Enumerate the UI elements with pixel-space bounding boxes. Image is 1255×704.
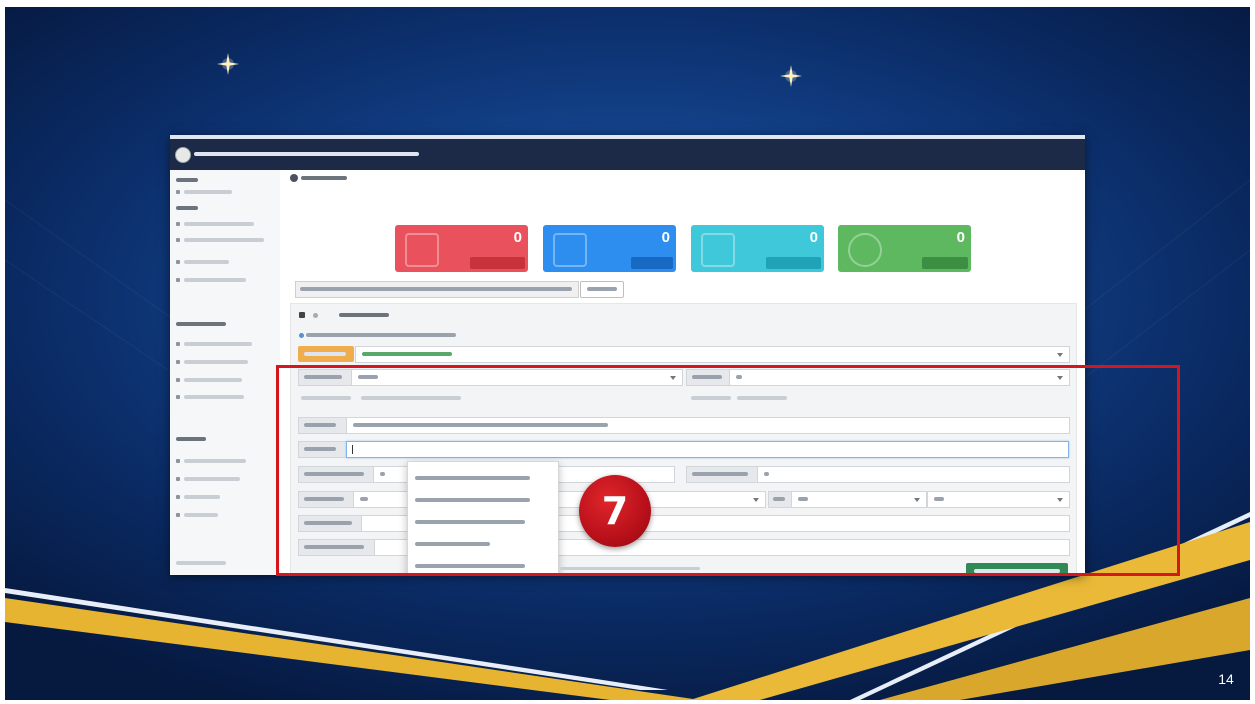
app-title-bar	[170, 139, 1085, 170]
sidebar	[170, 170, 281, 575]
menu-item-icon	[176, 459, 180, 463]
step-number-badge: 7	[579, 475, 651, 547]
stat-card-label[interactable]	[766, 257, 821, 269]
bar-chart-icon	[701, 233, 735, 267]
sidebar-section-header	[176, 178, 198, 182]
menu-item-icon	[176, 513, 180, 517]
gold-stripe-left	[5, 598, 700, 700]
sidebar-item[interactable]	[184, 238, 264, 242]
select-type-label	[304, 352, 346, 356]
sidebar-item[interactable]	[184, 513, 218, 517]
copy-link-button[interactable]	[580, 281, 624, 298]
app-title-text	[194, 152, 419, 156]
sidebar-item[interactable]	[184, 278, 246, 282]
sidebar-section-header	[176, 206, 198, 210]
page-title	[301, 176, 347, 180]
home-icon	[176, 190, 180, 194]
stat-card-blue[interactable]: 0	[543, 225, 676, 272]
menu-item-icon	[176, 260, 180, 264]
share-url-field[interactable]	[295, 281, 579, 298]
info-circle-icon	[290, 174, 298, 182]
menu-item-icon	[176, 278, 180, 282]
back-icon[interactable]	[299, 312, 305, 318]
sparkle-icon	[780, 65, 802, 87]
sidebar-item[interactable]	[184, 395, 244, 399]
sidebar-section-header	[176, 437, 206, 441]
stat-card-label[interactable]	[922, 257, 968, 269]
sidebar-item[interactable]	[184, 477, 240, 481]
agency-logo-icon	[175, 147, 191, 163]
sidebar-item[interactable]	[184, 378, 242, 382]
users-icon	[848, 233, 882, 267]
info-icon	[299, 333, 304, 338]
sidebar-item[interactable]	[184, 495, 220, 499]
sidebar-footer-item[interactable]	[176, 561, 226, 565]
sidebar-item[interactable]	[184, 360, 248, 364]
sidebar-item[interactable]	[184, 222, 254, 226]
type-select-value	[362, 352, 452, 356]
menu-item-icon	[176, 495, 180, 499]
chart-icon	[405, 233, 439, 267]
menu-item-icon	[176, 238, 180, 242]
stat-card-value: 0	[513, 229, 522, 246]
copy-link-label	[587, 287, 617, 291]
menu-item-icon	[176, 378, 180, 382]
stat-card-label[interactable]	[631, 257, 673, 269]
sidebar-item[interactable]	[184, 459, 246, 463]
stat-card-value: 0	[661, 229, 670, 246]
sidebar-item[interactable]	[184, 342, 252, 346]
select-type-button[interactable]	[298, 346, 354, 362]
sidebar-section-header	[176, 322, 226, 326]
sidebar-item[interactable]	[184, 260, 229, 264]
menu-item-icon	[176, 360, 180, 364]
report-icon	[553, 233, 587, 267]
stat-card-green[interactable]: 0	[838, 225, 971, 272]
tab-form[interactable]	[339, 313, 389, 317]
stat-card-red[interactable]: 0	[395, 225, 528, 272]
form-instruction-text	[306, 333, 456, 337]
menu-item-icon	[176, 395, 180, 399]
sidebar-item-home[interactable]	[184, 190, 232, 194]
stat-card-cyan[interactable]: 0	[691, 225, 824, 272]
menu-item-icon	[176, 342, 180, 346]
white-stripe-left	[5, 588, 668, 690]
stat-card-label[interactable]	[470, 257, 525, 269]
slide-page-number: 14	[1218, 671, 1234, 687]
sparkle-icon	[217, 53, 239, 75]
dot-icon	[313, 313, 318, 318]
share-url-text	[300, 287, 572, 291]
menu-item-icon	[176, 477, 180, 481]
type-select[interactable]	[355, 346, 1070, 363]
highlight-box	[276, 365, 1180, 576]
stat-card-value: 0	[956, 229, 965, 246]
chevron-down-icon	[1057, 353, 1063, 357]
stat-card-value: 0	[809, 229, 818, 246]
menu-item-icon	[176, 222, 180, 226]
